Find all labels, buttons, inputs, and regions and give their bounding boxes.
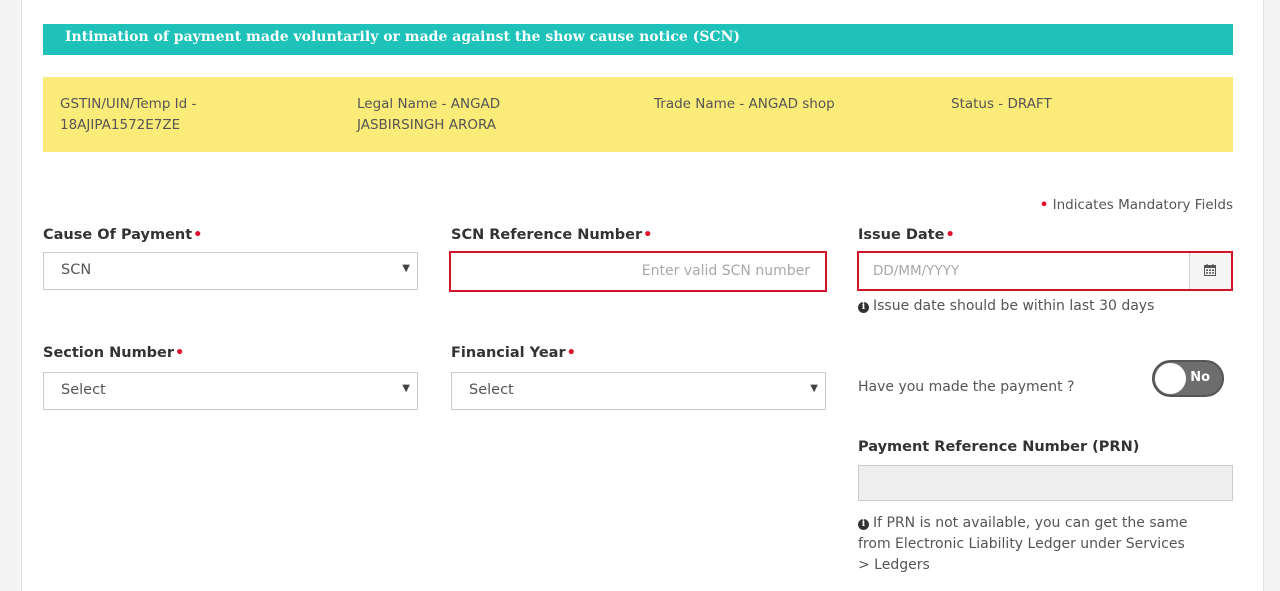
issue-date-label: Issue Date• — [858, 227, 955, 243]
toggle-state-label: No — [1190, 370, 1210, 385]
scn-reference-label: SCN Reference Number• — [451, 227, 653, 243]
mandatory-fields-note: • Indicates Mandatory Fields — [1040, 197, 1233, 213]
prn-hint-line2: from Electronic Liability Ledger under S… — [858, 536, 1185, 552]
left-page-gutter — [0, 0, 22, 591]
gstin-info: GSTIN/UIN/Temp Id - 18AJIPA1572E7ZE — [60, 94, 196, 136]
cause-of-payment-value: SCN — [61, 262, 92, 278]
page-title: Intimation of payment made voluntarily o… — [43, 24, 1233, 55]
caret-down-icon: ▼ — [810, 383, 818, 394]
calendar-button[interactable] — [1189, 253, 1231, 289]
mandatory-marker: • — [1039, 197, 1049, 213]
cause-of-payment-select[interactable]: SCN ▼ — [43, 252, 418, 290]
prn-hint: i If PRN is not available, you can get th… — [858, 513, 1187, 576]
gstin-value: 18AJIPA1572E7ZE — [60, 117, 181, 133]
scn-reference-input[interactable]: Enter valid SCN number — [449, 251, 827, 292]
financial-year-value: Select — [469, 382, 514, 398]
right-page-gutter — [1263, 0, 1280, 591]
prn-hint-line3: > Ledgers — [858, 557, 930, 573]
payment-made-question: Have you made the payment ? — [858, 379, 1075, 395]
financial-year-label: Financial Year• — [451, 345, 576, 361]
legal-name-line1: Legal Name - ANGAD — [357, 96, 501, 112]
section-number-label: Section Number• — [43, 345, 185, 361]
legal-name-info: Legal Name - ANGAD JASBIRSINGH ARORA — [357, 94, 500, 136]
prn-hint-line1: i If PRN is not available, you can get th… — [858, 513, 1187, 534]
caret-down-icon: ▼ — [402, 383, 410, 394]
toggle-knob — [1155, 363, 1186, 394]
financial-year-select[interactable]: Select ▼ — [451, 372, 826, 410]
status-info: Status - DRAFT — [951, 96, 1052, 112]
prn-input — [858, 465, 1233, 501]
cause-of-payment-label: Cause Of Payment• — [43, 227, 203, 243]
legal-name-line2: JASBIRSINGH ARORA — [357, 117, 497, 133]
mandatory-note-text: Indicates Mandatory Fields — [1052, 197, 1233, 213]
calendar-icon — [1204, 264, 1216, 276]
payment-made-toggle[interactable]: No — [1152, 360, 1224, 397]
issue-date-hint: i Issue date should be within last 30 day… — [858, 296, 1154, 317]
issue-date-placeholder: DD/MM/YYYY — [873, 263, 960, 279]
info-circle-icon: i — [858, 302, 869, 313]
taxpayer-info-bar: GSTIN/UIN/Temp Id - 18AJIPA1572E7ZE Lega… — [43, 77, 1233, 152]
issue-date-input[interactable]: DD/MM/YYYY — [857, 251, 1233, 291]
prn-label: Payment Reference Number (PRN) — [858, 439, 1140, 455]
info-circle-icon: i — [858, 519, 869, 530]
section-number-select[interactable]: Select ▼ — [43, 372, 418, 410]
trade-name-info: Trade Name - ANGAD shop — [654, 96, 835, 112]
gstin-label: GSTIN/UIN/Temp Id - — [60, 96, 197, 112]
section-number-value: Select — [61, 382, 106, 398]
caret-down-icon: ▼ — [402, 263, 410, 274]
